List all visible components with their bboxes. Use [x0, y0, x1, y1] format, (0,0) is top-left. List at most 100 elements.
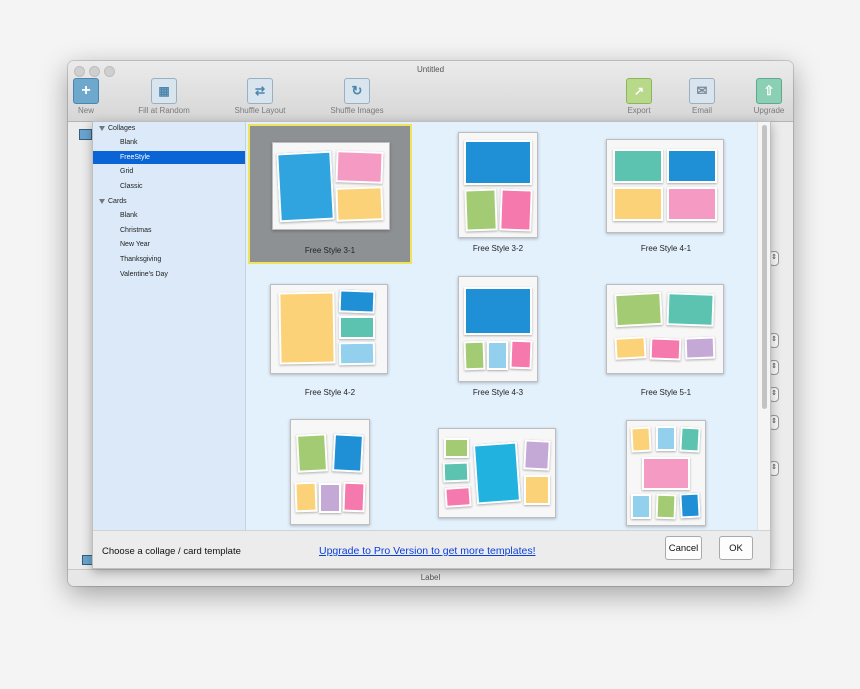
upload-arrow-icon: ⇧ — [756, 78, 782, 104]
template-thumbnail-row3-2[interactable] — [416, 412, 580, 530]
photo-placeholder — [335, 150, 384, 184]
shuffle-layout-button[interactable]: ⇄ Shuffle Layout — [220, 78, 300, 115]
fill-at-random-button[interactable]: ▦ Fill at Random — [124, 78, 204, 115]
photo-placeholder — [667, 187, 717, 221]
title-bar: Untitled + New ▦ Fill at Random ⇄ Shuffl… — [68, 61, 793, 122]
photo-placeholder — [339, 316, 375, 339]
template-free-style-4-3[interactable]: Free Style 4-3 — [416, 268, 580, 408]
template-caption: Free Style 4-3 — [472, 388, 524, 397]
shuffle-layout-icon: ⇄ — [247, 78, 273, 104]
new-button[interactable]: + New — [68, 78, 126, 115]
photo-placeholder — [684, 336, 716, 360]
sidebar-item-freestyle[interactable]: FreeStyle — [93, 151, 245, 164]
template-thumbnail — [626, 420, 706, 526]
template-thumbnail — [438, 428, 556, 518]
photo-placeholder — [464, 188, 498, 232]
photo-placeholder — [444, 438, 469, 458]
photo-placeholder — [630, 426, 652, 453]
template-thumbnail — [290, 419, 370, 525]
template-free-style-4-1[interactable]: Free Style 4-1 — [584, 124, 748, 264]
template-thumbnail-row3-1[interactable] — [248, 412, 412, 530]
template-free-style-3-1[interactable]: Free Style 3-1 — [248, 124, 412, 264]
dialog-footer: Choose a collage / card template Upgrade… — [93, 530, 770, 568]
photo-placeholder — [472, 441, 522, 505]
shuffle-images-icon: ↻ — [344, 78, 370, 104]
disclosure-triangle-icon — [99, 198, 105, 204]
template-thumbnail — [458, 132, 538, 238]
sidebar-item-grid[interactable]: Grid — [93, 165, 245, 178]
template-free-style-3-2[interactable]: Free Style 3-2 — [416, 124, 580, 264]
template-caption: Free Style 3-2 — [472, 244, 524, 253]
template-caption: Free Style 4-2 — [304, 388, 356, 397]
photo-placeholder — [642, 457, 690, 490]
photo-placeholder — [649, 337, 682, 361]
template-chooser-dialog: Collages Blank FreeStyle Grid Classic Ca… — [92, 121, 771, 569]
plus-icon: + — [73, 78, 99, 104]
random-fill-icon: ▦ — [151, 78, 177, 104]
instruction-label: Choose a collage / card template — [102, 546, 241, 557]
photo-placeholder — [679, 426, 701, 453]
template-thumbnail — [458, 276, 538, 382]
sidebar-item-thanksgiving[interactable]: Thanksgiving — [93, 253, 245, 266]
template-caption: Free Style 4-1 — [640, 244, 692, 253]
template-thumbnail — [270, 284, 388, 374]
sidebar-item-cards-blank[interactable]: Blank — [93, 209, 245, 222]
photo-placeholder — [332, 433, 364, 473]
photo-placeholder — [631, 494, 651, 519]
sidebar-item-new-year[interactable]: New Year — [93, 238, 245, 251]
photo-placeholder — [487, 341, 508, 370]
photo-placeholder — [656, 426, 676, 451]
template-thumbnail — [272, 142, 390, 230]
template-caption: Free Style 3-1 — [304, 246, 356, 255]
photo-placeholder — [655, 493, 677, 520]
photo-placeholder — [338, 289, 376, 314]
window-title: Untitled — [416, 65, 445, 74]
upgrade-pro-link[interactable]: Upgrade to Pro Version to get more templ… — [319, 545, 536, 557]
photo-placeholder — [276, 150, 335, 223]
template-caption: Free Style 5-1 — [640, 388, 692, 397]
photo-placeholder — [442, 461, 470, 483]
status-label: Label — [420, 573, 441, 582]
sidebar-item-valentines-day[interactable]: Valentine's Day — [93, 268, 245, 281]
template-thumbnail — [606, 139, 724, 233]
photo-placeholder — [342, 481, 366, 513]
template-category-sidebar: Collages Blank FreeStyle Grid Classic Ca… — [93, 122, 246, 530]
photo-placeholder — [464, 287, 532, 335]
photo-placeholder — [523, 439, 551, 471]
cancel-button[interactable]: Cancel — [665, 536, 702, 560]
photo-placeholder — [666, 292, 715, 327]
shuffle-images-button[interactable]: ↻ Shuffle Images — [317, 78, 397, 115]
sidebar-group-collages[interactable]: Collages — [93, 122, 245, 135]
photo-placeholder — [278, 291, 336, 365]
template-thumbnail-row3-3[interactable] — [584, 412, 748, 530]
sidebar-item-collages-blank[interactable]: Blank — [93, 136, 245, 149]
sidebar-group-cards[interactable]: Cards — [93, 195, 245, 208]
upgrade-button[interactable]: ⇧ Upgrade — [729, 78, 793, 115]
ok-button[interactable]: OK — [719, 536, 753, 560]
disclosure-triangle-icon — [99, 125, 105, 131]
template-grid: Free Style 3-1 Free Style 3-2 Free Style… — [246, 122, 757, 530]
envelope-icon: ✉ — [689, 78, 715, 104]
template-free-style-5-1[interactable]: Free Style 5-1 — [584, 268, 748, 408]
export-icon: ↗ — [626, 78, 652, 104]
photo-placeholder — [319, 483, 341, 513]
sidebar-item-classic[interactable]: Classic — [93, 180, 245, 193]
template-free-style-4-2[interactable]: Free Style 4-2 — [248, 268, 412, 408]
photo-placeholder — [613, 149, 663, 183]
photo-placeholder — [296, 433, 328, 473]
status-bar: Label — [68, 569, 793, 586]
photo-placeholder — [444, 486, 472, 508]
template-thumbnail — [606, 284, 724, 374]
scrollbar-thumb[interactable] — [762, 125, 767, 409]
sidebar-item-christmas[interactable]: Christmas — [93, 224, 245, 237]
photo-placeholder — [294, 481, 318, 513]
photo-placeholder — [614, 291, 663, 328]
photo-placeholder — [614, 336, 647, 360]
photo-placeholder — [613, 187, 663, 221]
photo-placeholder — [335, 186, 384, 222]
photo-placeholder — [499, 188, 533, 232]
vertical-scrollbar[interactable] — [757, 122, 770, 530]
photo-placeholder — [338, 341, 376, 366]
photo-placeholder — [464, 140, 532, 185]
image-icon — [79, 129, 92, 140]
